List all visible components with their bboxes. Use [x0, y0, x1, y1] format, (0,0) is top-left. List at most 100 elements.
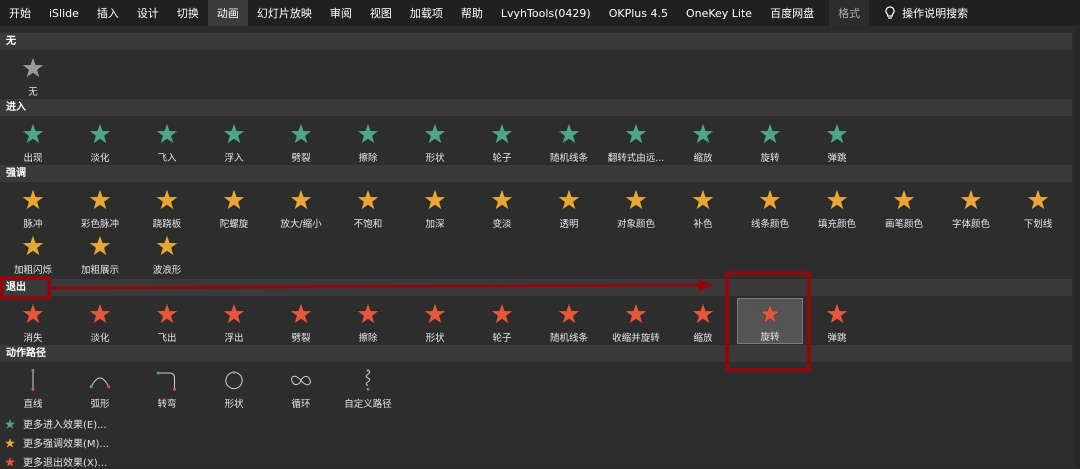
effect-none-0[interactable]: 无 — [0, 52, 66, 98]
tab-help[interactable]: 帮助 — [452, 0, 492, 26]
effect-emphasis-9[interactable]: 对象颜色 — [603, 184, 669, 230]
effect-emphasis-2[interactable]: 跷跷板 — [134, 184, 200, 230]
lightbulb-icon — [885, 6, 895, 19]
more-exit-effects[interactable]: 更多退出效果(X)... — [5, 454, 107, 469]
effect-emphasis-15[interactable]: 下划线 — [1005, 184, 1071, 230]
effect-entrance-6[interactable]: 形状 — [402, 118, 468, 164]
star-icon — [155, 302, 179, 325]
star-icon — [557, 302, 581, 325]
gallery-scrollbar[interactable] — [1074, 30, 1080, 466]
more-emphasis-label: 更多强调效果(M)... — [23, 439, 109, 450]
effect-entrance-7[interactable]: 轮子 — [469, 118, 535, 164]
effect-motion-4[interactable]: 循环 — [268, 364, 334, 410]
tab-baidu[interactable]: 百度网盘 — [761, 0, 823, 26]
star-icon — [825, 188, 849, 211]
effect-entrance-5[interactable]: 擦除 — [335, 118, 401, 164]
effect-exit-2[interactable]: 飞出 — [134, 298, 200, 344]
effect-label: 缩放 — [693, 153, 713, 164]
effect-exit-9[interactable]: 收缩并旋转 — [603, 298, 669, 344]
effect-entrance-1[interactable]: 淡化 — [67, 118, 133, 164]
effect-exit-3[interactable]: 浮出 — [201, 298, 267, 344]
tab-format[interactable]: 格式 — [829, 0, 870, 26]
effect-emphasis-14[interactable]: 字体颜色 — [938, 184, 1004, 230]
tab-islide[interactable]: iSlide — [40, 0, 88, 26]
tab-design[interactable]: 设计 — [128, 0, 168, 26]
tell-me-search[interactable]: 操作说明搜索 — [875, 0, 977, 26]
effect-entrance-3[interactable]: 浮入 — [201, 118, 267, 164]
tab-view[interactable]: 视图 — [361, 0, 401, 26]
effect-exit-12[interactable]: 弹跳 — [804, 298, 870, 344]
section-header-emphasis: 强调 — [0, 165, 1072, 182]
effect-exit-5[interactable]: 擦除 — [335, 298, 401, 344]
effect-emphasis-16[interactable]: 加粗闪烁 — [0, 230, 66, 276]
effect-emphasis-17[interactable]: 加粗展示 — [67, 230, 133, 276]
section-header-none: 无 — [0, 33, 1072, 50]
effect-label: 跷跷板 — [152, 219, 182, 230]
effect-motion-2[interactable]: 转弯 — [134, 364, 200, 410]
effect-motion-5[interactable]: 自定义路径 — [335, 364, 401, 410]
effect-motion-0[interactable]: 直线 — [0, 364, 66, 410]
effect-emphasis-3[interactable]: 陀螺旋 — [201, 184, 267, 230]
effect-entrance-11[interactable]: 旋转 — [737, 118, 803, 164]
effect-label: 对象颜色 — [616, 219, 655, 230]
tab-okplus[interactable]: OKPlus 4.5 — [600, 0, 677, 26]
effect-emphasis-12[interactable]: 填充颜色 — [804, 184, 870, 230]
star-icon — [356, 302, 380, 325]
effect-entrance-10[interactable]: 缩放 — [670, 118, 736, 164]
effect-label: 自定义路径 — [344, 399, 392, 410]
effect-motion-1[interactable]: 弧形 — [67, 364, 133, 410]
effect-label: 填充颜色 — [817, 219, 856, 230]
effect-exit-8[interactable]: 随机线条 — [536, 298, 602, 344]
effect-exit-6[interactable]: 形状 — [402, 298, 468, 344]
effect-emphasis-8[interactable]: 透明 — [536, 184, 602, 230]
tab-transitions[interactable]: 切换 — [168, 0, 208, 26]
effect-entrance-4[interactable]: 劈裂 — [268, 118, 334, 164]
effect-label: 形状 — [224, 399, 244, 410]
effect-label: 形状 — [425, 153, 445, 164]
effect-entrance-2[interactable]: 飞入 — [134, 118, 200, 164]
tab-review[interactable]: 审阅 — [321, 0, 361, 26]
tab-animations[interactable]: 动画 — [207, 0, 248, 26]
effect-exit-7[interactable]: 轮子 — [469, 298, 535, 344]
effect-label: 透明 — [559, 219, 579, 230]
effect-emphasis-5[interactable]: 不饱和 — [335, 184, 401, 230]
effect-label: 劈裂 — [291, 333, 311, 344]
tab-lvyhtools[interactable]: LvyhTools(0429) — [492, 0, 600, 26]
effect-entrance-12[interactable]: 弹跳 — [804, 118, 870, 164]
effect-emphasis-1[interactable]: 彩色脉冲 — [67, 184, 133, 230]
motion-path-icon — [291, 375, 311, 386]
star-icon — [356, 122, 380, 145]
tab-home[interactable]: 开始 — [0, 0, 40, 26]
effect-label: 浮入 — [224, 153, 244, 164]
effect-emphasis-10[interactable]: 补色 — [670, 184, 736, 230]
motion-path-icon — [365, 369, 371, 391]
effect-emphasis-6[interactable]: 加深 — [402, 184, 468, 230]
effect-entrance-0[interactable]: 出现 — [0, 118, 66, 164]
effect-motion-3[interactable]: 形状 — [201, 364, 267, 410]
tab-addins[interactable]: 加载项 — [401, 0, 452, 26]
star-icon — [691, 188, 715, 211]
star-icon — [289, 122, 313, 145]
effect-label: 缩放 — [693, 333, 713, 344]
effect-exit-0[interactable]: 消失 — [0, 298, 66, 344]
tab-insert[interactable]: 插入 — [88, 0, 128, 26]
effect-emphasis-13[interactable]: 画笔颜色 — [871, 184, 937, 230]
effect-entrance-8[interactable]: 随机线条 — [536, 118, 602, 164]
tab-onekey[interactable]: OneKey Lite — [677, 0, 761, 26]
effect-label: 劈裂 — [291, 153, 311, 164]
effect-entrance-9[interactable]: 翻转式由远... — [603, 118, 669, 164]
effect-label: 字体颜色 — [951, 219, 990, 230]
more-emphasis-effects[interactable]: 更多强调效果(M)... — [5, 435, 109, 450]
effect-emphasis-18[interactable]: 波浪形 — [134, 230, 200, 276]
effect-emphasis-7[interactable]: 变淡 — [469, 184, 535, 230]
tab-slideshow[interactable]: 幻灯片放映 — [248, 0, 321, 26]
effect-emphasis-4[interactable]: 放大/缩小 — [268, 184, 334, 230]
effect-exit-1[interactable]: 淡化 — [67, 298, 133, 344]
more-entrance-effects[interactable]: 更多进入效果(E)... — [5, 416, 107, 431]
effect-emphasis-11[interactable]: 线条颜色 — [737, 184, 803, 230]
effect-label: 画笔颜色 — [884, 219, 923, 230]
effect-exit-4[interactable]: 劈裂 — [268, 298, 334, 344]
effect-emphasis-0[interactable]: 脉冲 — [0, 184, 66, 230]
effect-label: 彩色脉冲 — [80, 219, 119, 230]
star-icon — [490, 122, 514, 145]
